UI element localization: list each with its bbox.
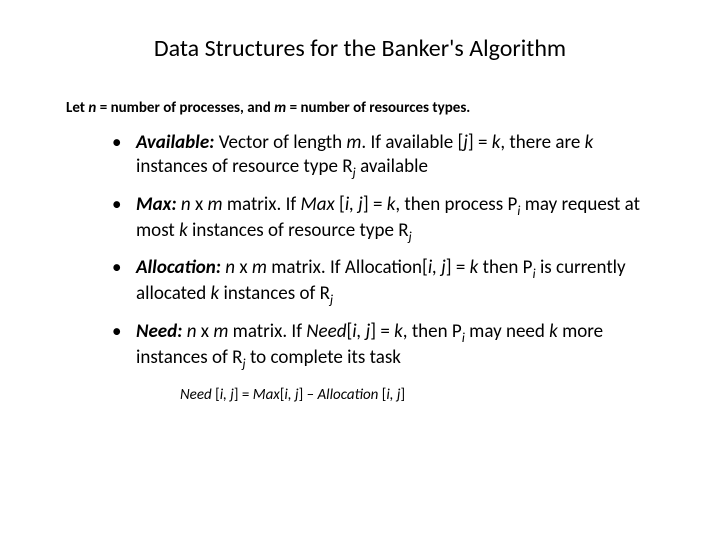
text: x	[196, 320, 213, 343]
text: matrix. If	[223, 193, 301, 216]
formula-lhs: Need	[180, 386, 215, 404]
text: instances of resource type R	[136, 155, 353, 178]
term-allocation: Allocation:	[136, 256, 221, 279]
text: matrix. If Allocation[	[267, 256, 428, 279]
text: , there are	[500, 131, 584, 154]
bullet-need: Need: n x m matrix. If Need[i, j] = k, t…	[116, 320, 660, 372]
sub-j: j	[409, 227, 412, 244]
intro-line: Let n = number of processes, and m = num…	[66, 99, 660, 117]
text: to complete its task	[246, 346, 401, 369]
var-k: k	[585, 131, 594, 154]
text: . If available [	[361, 131, 463, 154]
text: ] =	[446, 256, 470, 279]
var-m: m	[274, 99, 286, 117]
formula-alloc: Allocation	[317, 386, 381, 404]
text: may need	[465, 320, 549, 343]
var-n: n	[181, 193, 191, 216]
var-k: k	[549, 320, 558, 343]
word-need: Need	[306, 320, 346, 343]
text: , then P	[403, 320, 462, 343]
eq: =	[239, 386, 253, 404]
text: instances of R	[219, 282, 330, 305]
var-ij: i, j	[345, 193, 363, 216]
text: instances of resource type R	[188, 219, 409, 242]
text: available	[356, 155, 428, 178]
var-m: m	[346, 131, 361, 154]
minus: –	[303, 386, 317, 404]
text: ] =	[370, 320, 394, 343]
word-max: Max	[301, 193, 335, 216]
term-available: Available:	[136, 131, 214, 154]
slide-title: Data Structures for the Banker's Algorit…	[60, 34, 660, 63]
bullet-allocation: Allocation: n x m matrix. If Allocation[…	[116, 256, 660, 308]
term-need: Need:	[136, 320, 182, 343]
var-k: k	[211, 282, 220, 305]
intro-mid: = number of processes, and	[96, 99, 274, 117]
text: x	[191, 193, 208, 216]
text: ] =	[363, 193, 387, 216]
bullet-list: Available: Vector of length m. If availa…	[116, 131, 660, 372]
var-m: m	[252, 256, 267, 279]
text: matrix. If	[228, 320, 306, 343]
text: , then process P	[395, 193, 517, 216]
formula-max: Max	[253, 386, 280, 404]
var-ij: i, j	[220, 386, 234, 404]
var-n: n	[225, 256, 235, 279]
var-ij: i, j	[352, 320, 370, 343]
bracket: ]	[401, 386, 406, 404]
text: x	[235, 256, 252, 279]
text: [	[335, 193, 345, 216]
intro-suffix: = number of resources types.	[286, 99, 470, 117]
need-formula: Need [i, j] = Max[i, j] – Allocation [i,…	[180, 386, 660, 404]
text: ] =	[468, 131, 492, 154]
text: Vector of length	[214, 131, 346, 154]
var-ij: i, j	[284, 386, 298, 404]
term-max: Max:	[136, 193, 177, 216]
var-ij: i, j	[428, 256, 446, 279]
var-k: k	[394, 320, 403, 343]
bullet-max: Max: n x m matrix. If Max [i, j] = k , th…	[116, 193, 660, 245]
sub-j: j	[330, 291, 333, 308]
var-m: m	[213, 320, 228, 343]
intro-prefix: Let	[66, 99, 88, 117]
var-k: k	[179, 219, 188, 242]
text: then P	[478, 256, 532, 279]
var-ij: i, j	[386, 386, 400, 404]
var-m: m	[208, 193, 223, 216]
bullet-available: Available: Vector of length m. If availa…	[116, 131, 660, 181]
